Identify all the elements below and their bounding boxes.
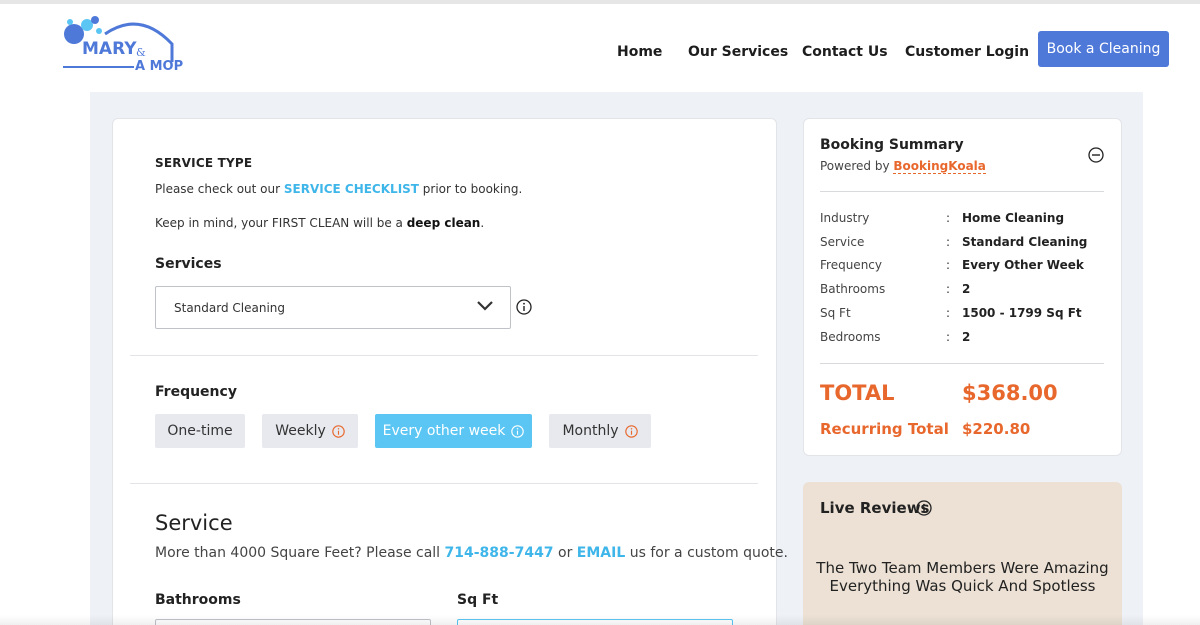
- sqft-label: Sq Ft: [457, 592, 499, 608]
- summary-row-label: Service: [820, 235, 865, 249]
- summary-row-label: Industry: [820, 211, 870, 225]
- total-label: TOTAL: [820, 381, 895, 405]
- first-clean-prefix: Keep in mind, your FIRST CLEAN will be a: [155, 216, 407, 230]
- frequency-every-other-week[interactable]: Every other week: [375, 414, 532, 448]
- summary-row-value: 1500 - 1799 Sq Ft: [962, 306, 1082, 320]
- summary-row-colon: :: [946, 282, 951, 296]
- recurring-total-label: Recurring Total: [820, 420, 949, 438]
- summary-row-label: Sq Ft: [820, 306, 851, 320]
- summary-divider: [820, 363, 1104, 364]
- summary-row-colon: :: [946, 235, 951, 249]
- bottom-shadow: [0, 615, 1200, 625]
- summary-row-value: 2: [962, 282, 971, 296]
- services-label: Services: [155, 256, 222, 272]
- booking-summary-title: Booking Summary: [820, 137, 964, 153]
- first-clean-note: Keep in mind, your FIRST CLEAN will be a…: [155, 216, 484, 230]
- nav-customer-login[interactable]: Customer Login: [905, 44, 1029, 60]
- summary-divider: [820, 191, 1104, 192]
- summary-row-value: Every Other Week: [962, 258, 1084, 272]
- bookingkoala-link[interactable]: BookingKoala: [893, 159, 986, 174]
- nav-our-services[interactable]: Our Services: [688, 44, 788, 60]
- service-type-label: SERVICE TYPE: [155, 156, 253, 170]
- reviews-info-icon[interactable]: [916, 500, 932, 516]
- live-reviews-title: Live Reviews: [820, 499, 930, 517]
- frequency-label: Frequency: [155, 384, 237, 400]
- custom-quote-prefix: More than 4000 Square Feet? Please call: [155, 545, 445, 561]
- summary-row-colon: :: [946, 211, 951, 225]
- services-select[interactable]: Standard Cleaning: [155, 286, 511, 329]
- info-icon[interactable]: [624, 424, 638, 438]
- logo-text-mop: A MOP: [135, 59, 183, 74]
- frequency-option-label: Monthly: [562, 423, 619, 439]
- total-value: $368.00: [962, 381, 1058, 405]
- frequency-option-label: One-time: [167, 423, 233, 439]
- phone-link[interactable]: 714-888-7447: [445, 545, 554, 561]
- summary-row-value: 2: [962, 330, 971, 344]
- site-header: MARY & A MOP Home Our Services Contact U…: [0, 4, 1200, 92]
- summary-row-label: Bathrooms: [820, 282, 886, 296]
- powered-by-prefix: Powered by: [820, 159, 894, 173]
- service-heading: Service: [155, 511, 233, 535]
- email-link[interactable]: EMAIL: [577, 545, 625, 561]
- summary-row-label: Frequency: [820, 258, 882, 272]
- first-clean-suffix: .: [480, 216, 485, 230]
- frequency-option-label: Every other week: [382, 423, 506, 439]
- chevron-down-icon: [477, 301, 493, 311]
- frequency-one-time[interactable]: One-time: [155, 414, 245, 448]
- summary-row-value: Standard Cleaning: [962, 235, 1088, 249]
- summary-row-colon: :: [946, 306, 951, 320]
- summary-row-colon: :: [946, 330, 951, 344]
- frequency-weekly[interactable]: Weekly: [262, 414, 358, 448]
- info-icon[interactable]: [332, 424, 345, 438]
- services-info-icon[interactable]: [516, 299, 532, 315]
- book-cleaning-button[interactable]: Book a Cleaning: [1038, 31, 1169, 67]
- checklist-suffix: prior to booking.: [418, 182, 523, 196]
- review-text: The Two Team Members Were Amazing Everyt…: [816, 559, 1109, 595]
- recurring-total-value: $220.80: [962, 420, 1031, 438]
- section-divider: [130, 483, 758, 484]
- powered-by: Powered by BookingKoala: [820, 159, 986, 174]
- info-icon[interactable]: [511, 424, 525, 438]
- summary-row-colon: :: [946, 258, 951, 272]
- bathrooms-label: Bathrooms: [155, 592, 241, 608]
- frequency-option-label: Weekly: [275, 423, 326, 439]
- custom-quote-note: More than 4000 Square Feet? Please call …: [155, 545, 788, 561]
- custom-quote-or: or: [553, 545, 577, 561]
- logo[interactable]: MARY & A MOP: [60, 12, 185, 76]
- section-divider: [130, 355, 758, 356]
- checklist-note: Please check out our SERVICE CHECKLIST p…: [155, 182, 522, 196]
- frequency-monthly[interactable]: Monthly: [549, 414, 651, 448]
- custom-quote-suffix: us for a custom quote.: [625, 545, 788, 561]
- nav-contact-us[interactable]: Contact Us: [802, 44, 888, 60]
- summary-row-label: Bedrooms: [820, 330, 881, 344]
- logo-graphic: MARY & A MOP: [63, 16, 183, 74]
- logo-amp: &: [136, 46, 146, 59]
- collapse-minus-icon[interactable]: [1088, 147, 1104, 163]
- logo-text-mary: MARY: [82, 39, 137, 59]
- services-selected-value: Standard Cleaning: [174, 301, 286, 315]
- nav-home[interactable]: Home: [617, 44, 662, 60]
- service-checklist-link[interactable]: SERVICE CHECKLIST: [284, 182, 419, 196]
- deep-clean-text: deep clean: [406, 216, 481, 230]
- summary-row-value: Home Cleaning: [962, 211, 1065, 225]
- checklist-prefix: Please check out our: [155, 182, 284, 196]
